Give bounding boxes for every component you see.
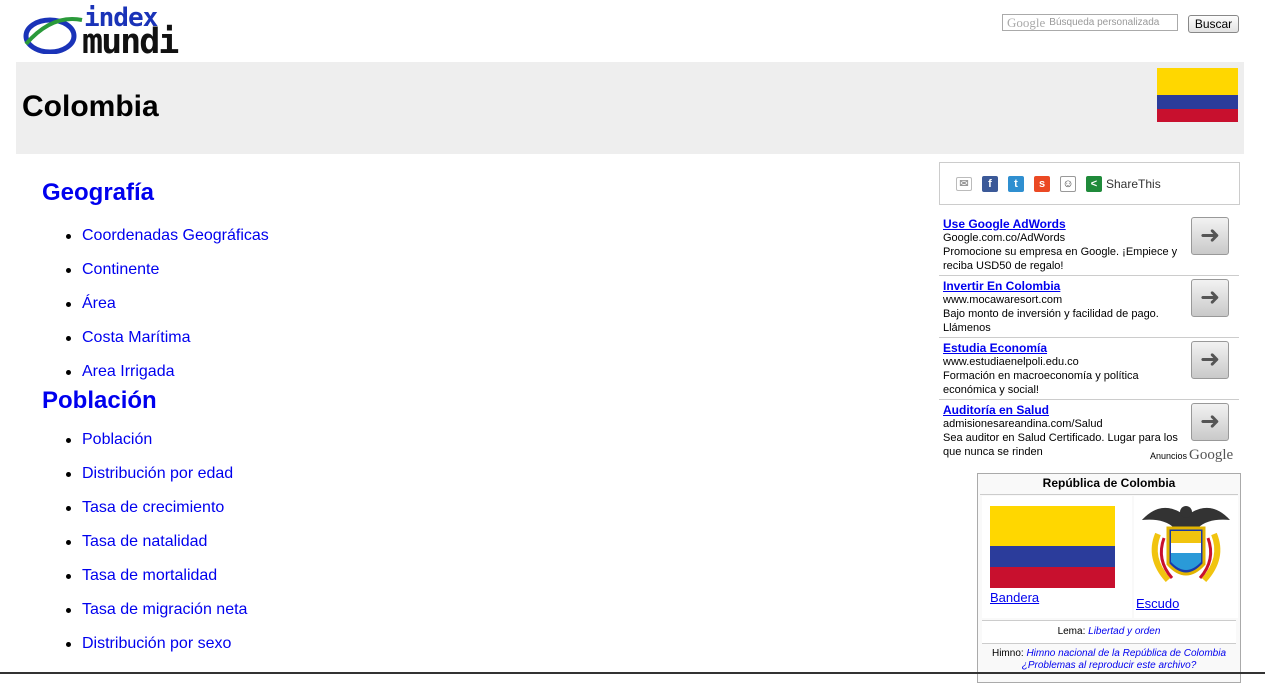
sharethis-label[interactable]: ShareThis: [1106, 177, 1161, 191]
colombia-flag-image[interactable]: [990, 506, 1115, 588]
anthem-link[interactable]: Himno nacional de la República de Colomb…: [1026, 648, 1226, 659]
list-item: Distribución por sexo: [42, 634, 269, 668]
ads-panel: Use Google AdWords Google.com.co/AdWords…: [939, 214, 1239, 462]
section-title-poblacion: Población: [42, 387, 157, 414]
twitter-icon[interactable]: t: [1008, 175, 1024, 192]
ads-footer[interactable]: Anuncios Google: [1150, 447, 1233, 464]
ad-item[interactable]: Invertir En Colombia www.mocawaresort.co…: [939, 276, 1239, 338]
infobox-title: República de Colombia: [980, 474, 1238, 495]
link-tasa-crecimiento[interactable]: Tasa de crecimiento: [82, 499, 224, 516]
arrow-right-icon[interactable]: ➜: [1191, 341, 1229, 379]
link-continente[interactable]: Continente: [82, 261, 159, 278]
email-icon[interactable]: ✉: [956, 176, 972, 191]
ad-description: Promocione su empresa en Google. ¡Empiec…: [943, 246, 1178, 272]
list-item: Tasa de mortalidad: [42, 566, 269, 600]
list-item: Tasa de migración neta: [42, 600, 269, 634]
list-item: Población: [42, 430, 269, 464]
country-banner: Colombia: [16, 62, 1244, 154]
list-geografia: Coordenadas Geográficas Continente Área …: [42, 226, 269, 396]
ad-item[interactable]: Use Google AdWords Google.com.co/AdWords…: [939, 214, 1239, 276]
ad-url: www.mocawaresort.com: [943, 294, 1063, 306]
arrow-right-icon[interactable]: ➜: [1191, 403, 1229, 441]
ad-url: admisionesareandina.com/Salud: [943, 418, 1103, 430]
list-item: Costa Marítima: [42, 328, 269, 362]
coat-cell: Escudo: [1134, 496, 1238, 618]
coat-of-arms-icon[interactable]: [1138, 498, 1234, 594]
search-button[interactable]: Buscar: [1188, 15, 1239, 33]
list-item: Área: [42, 294, 269, 328]
search-placeholder: Búsqueda personalizada: [1049, 17, 1160, 28]
link-poblacion[interactable]: Población: [82, 431, 152, 448]
colombia-flag: [1157, 68, 1238, 122]
arrow-right-icon[interactable]: ➜: [1191, 217, 1229, 255]
ad-description: Formación en macroeconomía y política ec…: [943, 370, 1139, 396]
page-title: Colombia: [22, 90, 159, 123]
arrow-right-icon[interactable]: ➜: [1191, 279, 1229, 317]
list-item: Coordenadas Geográficas: [42, 226, 269, 260]
ad-url: Google.com.co/AdWords: [943, 232, 1066, 244]
ad-item[interactable]: Estudia Economía www.estudiaenelpoli.edu…: [939, 338, 1239, 400]
link-coordenadas[interactable]: Coordenadas Geográficas: [82, 227, 269, 244]
section-title-geografia: Geografía: [42, 179, 155, 206]
link-area[interactable]: Área: [82, 295, 116, 312]
link-tasa-natalidad[interactable]: Tasa de natalidad: [82, 533, 207, 550]
logo-mundi-text: mundi: [82, 22, 179, 62]
list-item: Continente: [42, 260, 269, 294]
sharethis-icon[interactable]: <: [1086, 175, 1102, 192]
ad-description: Bajo monto de inversión y facilidad de p…: [943, 308, 1159, 334]
google-brand-text: Google: [1007, 14, 1046, 30]
motto-row: Lema: Libertad y orden: [982, 620, 1236, 644]
facebook-icon[interactable]: f: [982, 175, 998, 192]
motto-link[interactable]: Libertad y orden: [1088, 626, 1160, 637]
list-item: Tasa de natalidad: [42, 532, 269, 566]
link-costa-maritima[interactable]: Costa Marítima: [82, 329, 190, 346]
ad-description: Sea auditor en Salud Certificado. Lugar …: [943, 432, 1178, 458]
reddit-icon[interactable]: ☺: [1060, 175, 1076, 192]
list-poblacion: Población Distribución por edad Tasa de …: [42, 430, 269, 668]
ads-label: Anuncios: [1150, 451, 1188, 461]
escudo-link[interactable]: Escudo: [1136, 596, 1179, 611]
anthem-help-link[interactable]: ¿Problemas al reproducir este archivo?: [1022, 660, 1197, 671]
country-infobox: República de Colombia Bandera Escudo Lem…: [977, 473, 1241, 683]
flag-cell: Bandera: [982, 496, 1132, 618]
ad-url: www.estudiaenelpoli.edu.co: [943, 356, 1079, 368]
anthem-label: Himno:: [991, 648, 1024, 659]
list-item: Tasa de crecimiento: [42, 498, 269, 532]
indexmundi-logo[interactable]: index mundi: [22, 4, 232, 60]
anthem-row: Himno: Himno nacional de la República de…: [982, 648, 1236, 672]
link-tasa-migracion[interactable]: Tasa de migración neta: [82, 601, 247, 618]
google-logo-text: Google: [1189, 447, 1234, 463]
bandera-link[interactable]: Bandera: [990, 590, 1039, 605]
share-bar: ✉ f t s ☺ < ShareThis: [939, 162, 1240, 205]
main-content: Geografía Coordenadas Geográficas Contin…: [42, 176, 269, 668]
link-distribucion-edad[interactable]: Distribución por edad: [82, 465, 233, 482]
link-distribucion-sexo[interactable]: Distribución por sexo: [82, 635, 231, 652]
list-item: Distribución por edad: [42, 464, 269, 498]
search-input[interactable]: Google Búsqueda personalizada: [1002, 14, 1178, 31]
list-item: Area Irrigada: [42, 362, 269, 396]
stumbleupon-icon[interactable]: s: [1034, 175, 1050, 192]
link-area-irrigada[interactable]: Area Irrigada: [82, 363, 175, 380]
motto-label: Lema:: [1057, 626, 1086, 637]
link-tasa-mortalidad[interactable]: Tasa de mortalidad: [82, 567, 217, 584]
